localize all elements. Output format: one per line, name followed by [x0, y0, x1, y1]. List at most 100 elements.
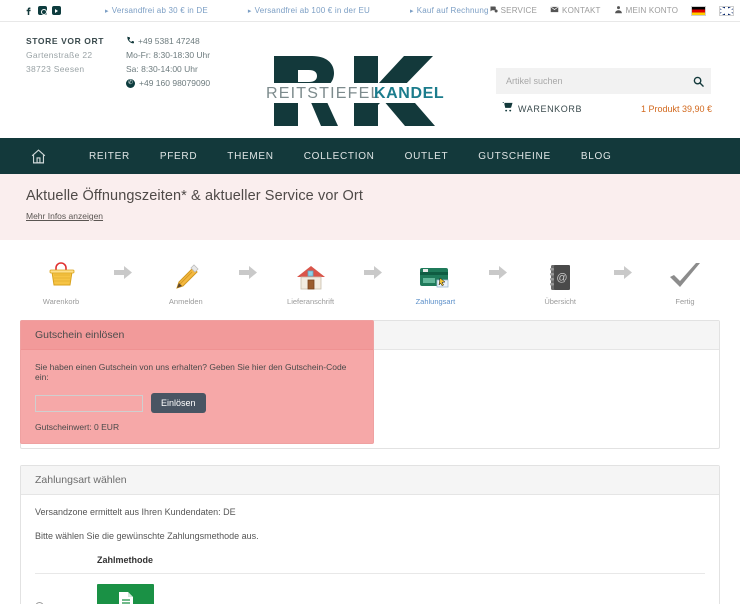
kontakt-label: KONTAKT — [562, 6, 601, 15]
column-select — [35, 555, 97, 574]
store-whatsapp: +49 160 98079090 — [139, 78, 211, 88]
cart-link[interactable]: WARENKORB — [502, 102, 582, 115]
flag-uk-icon[interactable] — [719, 5, 735, 16]
store-hours-week: Mo-Fr: 8:30-18:30 Uhr — [126, 50, 211, 60]
facebook-icon[interactable] — [24, 6, 33, 15]
step-label: Warenkorb — [42, 297, 80, 306]
step-label: Anmelden — [168, 297, 203, 306]
site-header: STORE VOR ORT Gartenstraße 22 38723 Sees… — [0, 22, 740, 138]
redeem-button[interactable]: Einlösen — [151, 393, 206, 413]
store-phone: +49 5381 47248 — [138, 36, 200, 46]
payment-panel: Zahlungsart wählen Versandzone ermittelt… — [20, 465, 720, 604]
mein-konto-label: MEIN KONTO — [625, 6, 679, 15]
voucher-code-input[interactable] — [35, 394, 143, 412]
social-links — [24, 6, 61, 15]
payment-option-rechnung[interactable]: Rechnung — [97, 573, 705, 604]
voucher-body: Sie haben einen Gutschein von uns erhalt… — [21, 350, 373, 443]
step-zahlungsart[interactable]: Zahlungsart — [400, 254, 470, 306]
whatsapp-icon: ✆ — [126, 78, 136, 88]
home-icon[interactable] — [30, 148, 47, 165]
flag-de-icon[interactable] — [691, 5, 707, 16]
basket-icon — [45, 254, 77, 292]
opening-hours-banner: Aktuelle Öffnungszeiten* & aktueller Ser… — [0, 174, 740, 240]
payment-methods-table: Zahlmethode — [35, 555, 705, 604]
store-title: STORE VOR ORT — [26, 36, 105, 46]
step-arrow-icon — [595, 265, 650, 295]
cart-summary[interactable]: WARENKORB 1 Produkt 39,90 € — [502, 102, 712, 115]
usp-list: Versandfrei ab 30 € in DE Versandfrei ab… — [105, 6, 489, 15]
step-fertig[interactable]: Fertig — [650, 254, 720, 306]
checkout-content: Gutschein einlösen Sie haben einen Gutsc… — [0, 312, 740, 604]
mein-konto-link[interactable]: MEIN KONTO — [614, 5, 679, 16]
nav-item-blog[interactable]: BLOG — [566, 151, 627, 162]
voucher-value: Gutscheinwert: 0 EUR — [35, 422, 120, 432]
store-phone-row: +49 5381 47248 — [126, 34, 210, 48]
step-uebersicht[interactable]: @ Übersicht — [525, 254, 595, 306]
step-warenkorb[interactable]: Warenkorb — [26, 254, 96, 306]
document-icon — [118, 591, 134, 604]
voucher-instruction: Sie haben einen Gutschein von uns erhalt… — [35, 362, 347, 382]
phone-icon — [126, 34, 135, 48]
step-label: Zahlungsart — [415, 297, 456, 306]
svg-text:@: @ — [557, 272, 568, 284]
youtube-icon[interactable] — [52, 6, 61, 15]
cart-label: WARENKORB — [518, 103, 583, 114]
usp-item-0: Versandfrei ab 30 € in DE — [105, 6, 208, 15]
search-bar[interactable] — [496, 68, 711, 94]
site-logo[interactable]: REITSTIEFEL KANDEL — [262, 50, 467, 132]
voucher-panel: Gutschein einlösen Sie haben einen Gutsc… — [20, 320, 374, 444]
checkout-steps: Warenkorb Anmelden Lieferanschrift Zahlu… — [0, 240, 740, 312]
usp-item-2: Kauf auf Rechnung — [410, 6, 489, 15]
rechnung-badge[interactable]: Rechnung — [97, 584, 154, 604]
step-arrow-icon — [221, 265, 276, 295]
search-input[interactable] — [496, 76, 685, 86]
search-icon[interactable] — [685, 76, 711, 87]
store-whatsapp-row: ✆ +49 160 98079090 — [126, 76, 210, 90]
top-links: SERVICE KONTAKT MEIN KONTO — [489, 5, 735, 16]
pencil-icon — [170, 254, 202, 292]
svg-text:KANDEL: KANDEL — [374, 85, 444, 102]
instagram-icon[interactable] — [38, 6, 47, 15]
mail-icon — [550, 5, 559, 16]
nav-item-gutscheine[interactable]: GUTSCHEINE — [463, 151, 566, 162]
step-anmelden[interactable]: Anmelden — [151, 254, 221, 306]
banner-more-link[interactable]: Mehr Infos anzeigen — [26, 211, 103, 221]
service-icon — [489, 5, 498, 16]
house-icon — [295, 254, 327, 292]
payment-instruction: Bitte wählen Sie die gewünschte Zahlungs… — [35, 531, 259, 541]
cart-icon — [502, 102, 513, 115]
banner-title: Aktuelle Öffnungszeiten* & aktueller Ser… — [26, 188, 363, 204]
voucher-title: Gutschein einlösen — [21, 321, 373, 350]
store-street: Gartenstraße 22 — [26, 50, 93, 60]
column-zahlmethode: Zahlmethode — [97, 555, 705, 574]
payment-radio-cell-rechnung[interactable] — [35, 573, 97, 604]
store-hours-sat: Sa: 8:30-14:00 Uhr — [126, 64, 198, 74]
service-link[interactable]: SERVICE — [489, 5, 537, 16]
nav-item-outlet[interactable]: OUTLET — [390, 151, 464, 162]
step-lieferanschrift[interactable]: Lieferanschrift — [276, 254, 346, 306]
shipping-zone-text: Versandzone ermittelt aus Ihren Kundenda… — [35, 507, 236, 517]
store-info: STORE VOR ORT Gartenstraße 22 38723 Sees… — [26, 34, 210, 90]
nav-item-themen[interactable]: THEMEN — [212, 151, 288, 162]
step-label: Fertig — [675, 297, 695, 306]
step-label: Übersicht — [544, 297, 577, 306]
usp-item-1: Versandfrei ab 100 € in der EU — [248, 6, 370, 15]
nav-item-reiter[interactable]: REITER — [74, 151, 145, 162]
payment-panel-body: Versandzone ermittelt aus Ihren Kundenda… — [21, 495, 719, 604]
svg-text:REITSTIEFEL: REITSTIEFEL — [266, 85, 381, 102]
payment-panel-title: Zahlungsart wählen — [21, 466, 719, 495]
nav-item-pferd[interactable]: PFERD — [145, 151, 212, 162]
creditcard-icon — [418, 254, 452, 292]
voucher-form: Einlösen — [35, 393, 359, 413]
top-utility-bar: Versandfrei ab 30 € in DE Versandfrei ab… — [0, 0, 740, 22]
nav-item-collection[interactable]: COLLECTION — [289, 151, 390, 162]
store-address: STORE VOR ORT Gartenstraße 22 38723 Sees… — [26, 34, 104, 90]
step-arrow-icon — [346, 265, 401, 295]
kontakt-link[interactable]: KONTAKT — [550, 5, 601, 16]
main-navigation: REITER PFERD THEMEN COLLECTION OUTLET GU… — [0, 138, 740, 174]
table-row[interactable]: Rechnung — [35, 573, 705, 604]
step-arrow-icon — [96, 265, 151, 295]
store-contact: +49 5381 47248 Mo-Fr: 8:30-18:30 Uhr Sa:… — [126, 34, 210, 90]
user-icon — [614, 5, 623, 16]
cart-total: 1 Produkt 39,90 € — [640, 103, 712, 114]
